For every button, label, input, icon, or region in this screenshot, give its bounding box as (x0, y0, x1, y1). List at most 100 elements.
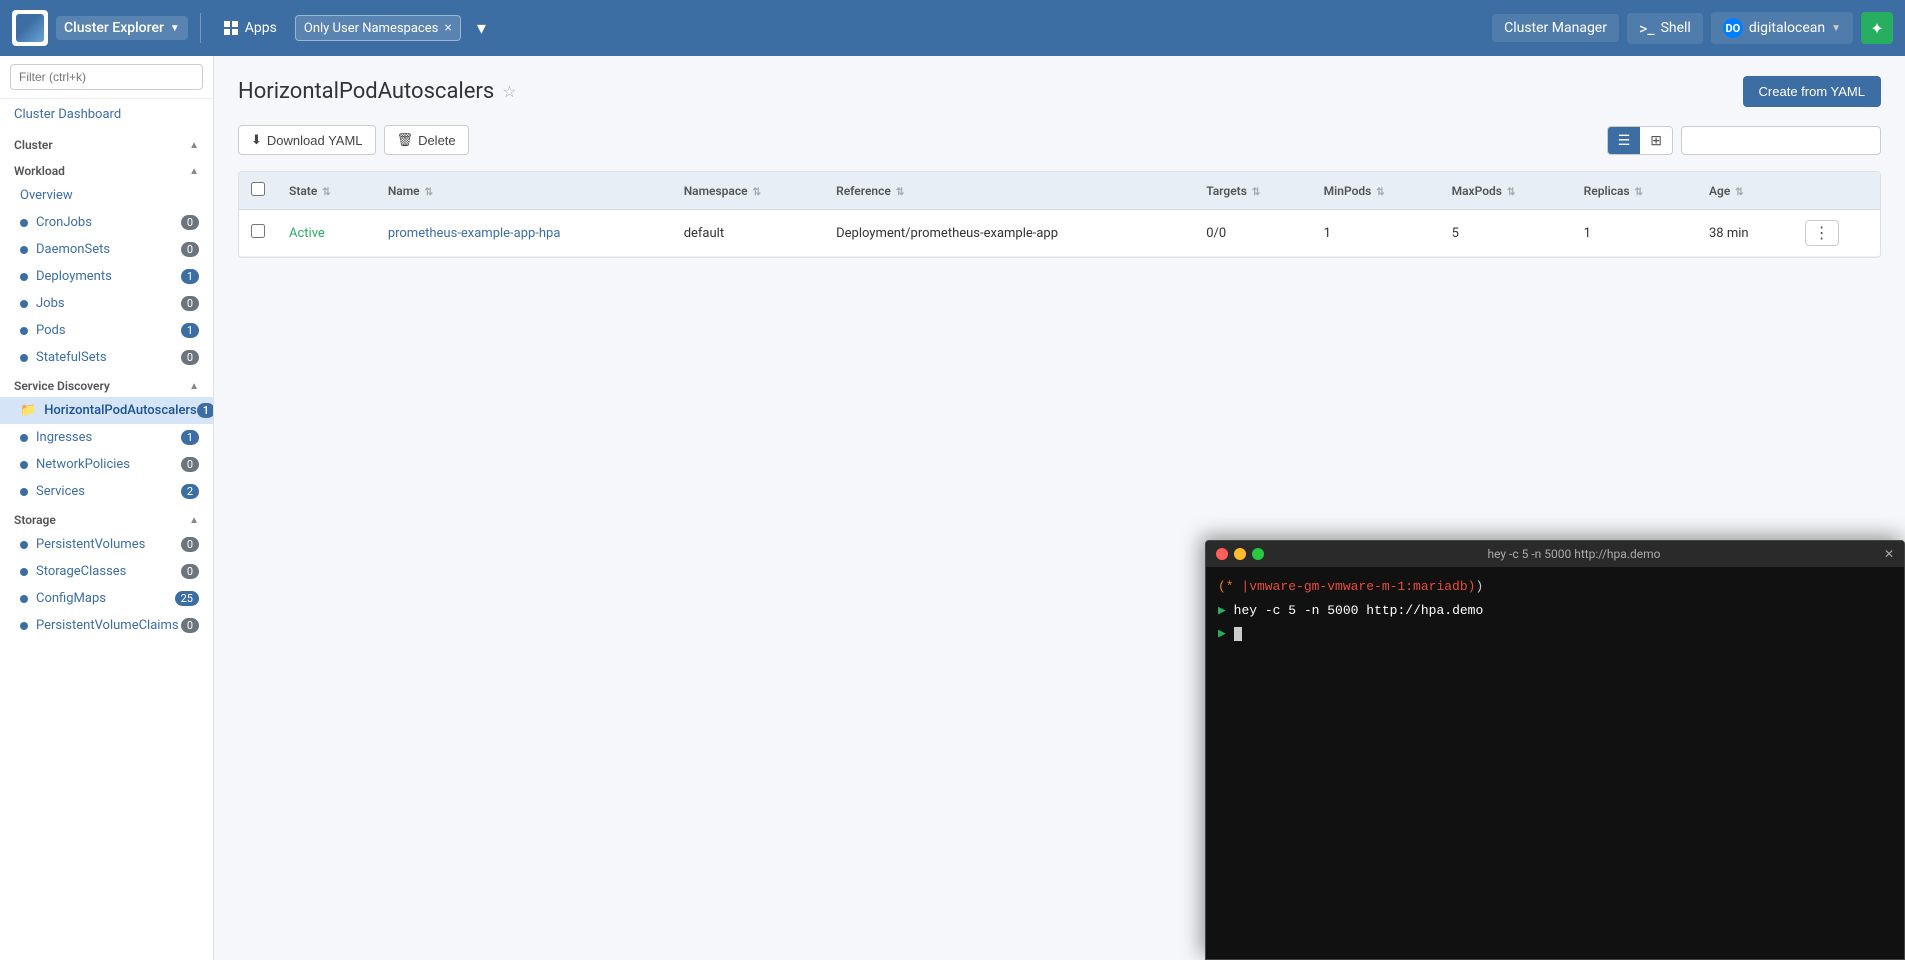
cm-label: ConfigMaps (36, 591, 106, 606)
namespace-filter-pill[interactable]: Only User Namespaces × (295, 15, 461, 41)
terminal-close-icon[interactable]: ✕ (1884, 547, 1894, 561)
sidebar-item-deployments[interactable]: Deployments 1 (0, 263, 213, 290)
daemonsets-label: DaemonSets (36, 242, 110, 257)
pv-label: PersistentVolumes (36, 537, 145, 552)
sidebar-service-discovery-section[interactable]: Service Discovery ▲ (0, 371, 213, 397)
pvc-label: PersistentVolumeClaims (36, 618, 179, 633)
sidebar-item-overview[interactable]: Overview (0, 182, 213, 209)
deployments-label: Deployments (36, 269, 112, 284)
networkpolicies-badge: 0 (181, 457, 199, 472)
pvc-badge: 0 (181, 618, 199, 633)
sidebar-item-configmaps[interactable]: ConfigMaps 25 (0, 585, 213, 612)
pods-badge: 1 (181, 323, 199, 338)
targets-cell: 0/0 (1206, 226, 1226, 241)
sidebar-storage-section[interactable]: Storage ▲ (0, 505, 213, 531)
sort-icon[interactable]: ⇅ (753, 187, 761, 198)
sort-icon[interactable]: ⇅ (1507, 187, 1515, 198)
row-actions-menu-button[interactable]: ⋮ (1805, 220, 1839, 246)
delete-button[interactable]: 🗑 Delete (384, 125, 469, 155)
sort-icon[interactable]: ⇅ (1252, 187, 1260, 198)
col-state: State ⇅ (277, 172, 376, 210)
sidebar-item-hpa[interactable]: 📁 HorizontalPodAutoscalers 1 (0, 397, 213, 424)
namespace-filter-label: Only User Namespaces (304, 21, 438, 36)
terminal-titlebar: hey -c 5 -n 5000 http://hpa.demo ✕ (1206, 541, 1904, 567)
overview-label: Overview (20, 188, 73, 203)
sidebar-item-jobs[interactable]: Jobs 0 (0, 290, 213, 317)
workload-section-label: Workload (14, 164, 65, 178)
sidebar-workload-section[interactable]: Workload ▲ (0, 156, 213, 182)
namespace-dropdown-chevron[interactable]: ▾ (469, 14, 494, 43)
jobs-label: Jobs (36, 296, 65, 311)
sort-icon[interactable]: ⇅ (1635, 187, 1643, 198)
terminal-cursor-prompt: ▶ (1218, 626, 1234, 641)
dot-icon (20, 488, 28, 496)
sidebar-item-ingresses[interactable]: Ingresses 1 (0, 424, 213, 451)
favorite-star-icon[interactable]: ☆ (502, 82, 516, 101)
chevron-down-icon-do: ▼ (1831, 23, 1841, 34)
dot-icon (20, 246, 28, 254)
terminal-close-dot[interactable] (1216, 548, 1228, 560)
cluster-explorer-label: Cluster Explorer (64, 20, 164, 36)
apps-label: Apps (245, 20, 277, 36)
terminal-maximize-dot[interactable] (1252, 548, 1264, 560)
namespace-close-icon[interactable]: × (444, 20, 451, 36)
hpa-table: State ⇅ Name ⇅ Namespace ⇅ Reference (238, 171, 1881, 258)
apps-button[interactable]: Apps (213, 16, 287, 40)
rancher-brand-icon: ✦ (1861, 12, 1893, 44)
cronjobs-badge: 0 (181, 215, 199, 230)
sidebar-item-pvc[interactable]: PersistentVolumeClaims 0 (0, 612, 213, 639)
terminal-cursor (1234, 627, 1242, 641)
sidebar-item-pods[interactable]: Pods 1 (0, 317, 213, 344)
sort-icon[interactable]: ⇅ (1376, 187, 1384, 198)
terminal-minimize-dot[interactable] (1234, 548, 1246, 560)
cluster-manager-button[interactable]: Cluster Manager (1492, 14, 1619, 42)
sc-label: StorageClasses (36, 564, 126, 579)
terminal-body[interactable]: (* |vmware-gm-vmware-m-1:mariadb)) ▶ hey… (1206, 567, 1904, 959)
sidebar-cluster-section[interactable]: Cluster ▲ (0, 130, 213, 156)
shell-button[interactable]: >_ Shell (1627, 13, 1703, 44)
create-yaml-button[interactable]: Create from YAML (1743, 76, 1881, 107)
cluster-explorer-button[interactable]: Cluster Explorer ▼ (56, 16, 188, 40)
dot-icon (20, 568, 28, 576)
sidebar-item-services[interactable]: Services 2 (0, 478, 213, 505)
row-checkbox[interactable] (251, 224, 265, 238)
hpa-label: HorizontalPodAutoscalers (44, 403, 197, 418)
pods-label: Pods (36, 323, 66, 338)
sidebar-search-input[interactable] (10, 64, 203, 90)
sidebar-item-networkpolicies[interactable]: NetworkPolicies 0 (0, 451, 213, 478)
grid-icon (223, 20, 239, 36)
download-icon: ⬇ (251, 132, 262, 148)
chevron-up-icon: ▲ (189, 140, 199, 151)
services-label: Services (36, 484, 85, 499)
storage-section-label: Storage (14, 513, 56, 527)
sort-icon[interactable]: ⇅ (1735, 187, 1743, 198)
grid-view-button[interactable]: ⊞ (1640, 127, 1672, 154)
download-yaml-button[interactable]: ⬇ Download YAML (238, 125, 376, 155)
maxpods-cell: 5 (1452, 226, 1459, 241)
dot-icon (20, 541, 28, 549)
col-maxpods-label: MaxPods (1452, 184, 1502, 198)
terminal-line-3: ▶ (1218, 624, 1892, 644)
sort-icon[interactable]: ⇅ (322, 187, 330, 198)
sort-icon[interactable]: ⇅ (896, 187, 904, 198)
replicas-cell: 1 (1584, 226, 1591, 241)
sidebar-item-storageclasses[interactable]: StorageClasses 0 (0, 558, 213, 585)
terminal-prompt-marker: (* (1218, 579, 1241, 594)
sidebar-item-persistentvolumes[interactable]: PersistentVolumes 0 (0, 531, 213, 558)
download-yaml-label: Download YAML (267, 133, 363, 148)
hpa-name-link[interactable]: prometheus-example-app-hpa (388, 226, 561, 241)
folder-icon: 📁 (20, 403, 36, 418)
sidebar-item-daemonsets[interactable]: DaemonSets 0 (0, 236, 213, 263)
sort-icon[interactable]: ⇅ (425, 187, 433, 198)
list-view-button[interactable]: ☰ (1608, 127, 1641, 154)
table-row: Active prometheus-example-app-hpa defaul… (239, 210, 1880, 257)
trash-icon: 🗑 (397, 132, 414, 148)
sidebar-item-cluster-dashboard[interactable]: Cluster Dashboard (0, 99, 213, 130)
select-all-checkbox[interactable] (251, 182, 265, 196)
filter-input[interactable] (1681, 126, 1881, 155)
digitalocean-button[interactable]: DO digitalocean ▼ (1711, 12, 1853, 44)
sidebar-item-statefulsets[interactable]: StatefulSets 0 (0, 344, 213, 371)
dot-icon (20, 434, 28, 442)
sidebar-item-cronjobs[interactable]: CronJobs 0 (0, 209, 213, 236)
dot-icon (20, 327, 28, 335)
